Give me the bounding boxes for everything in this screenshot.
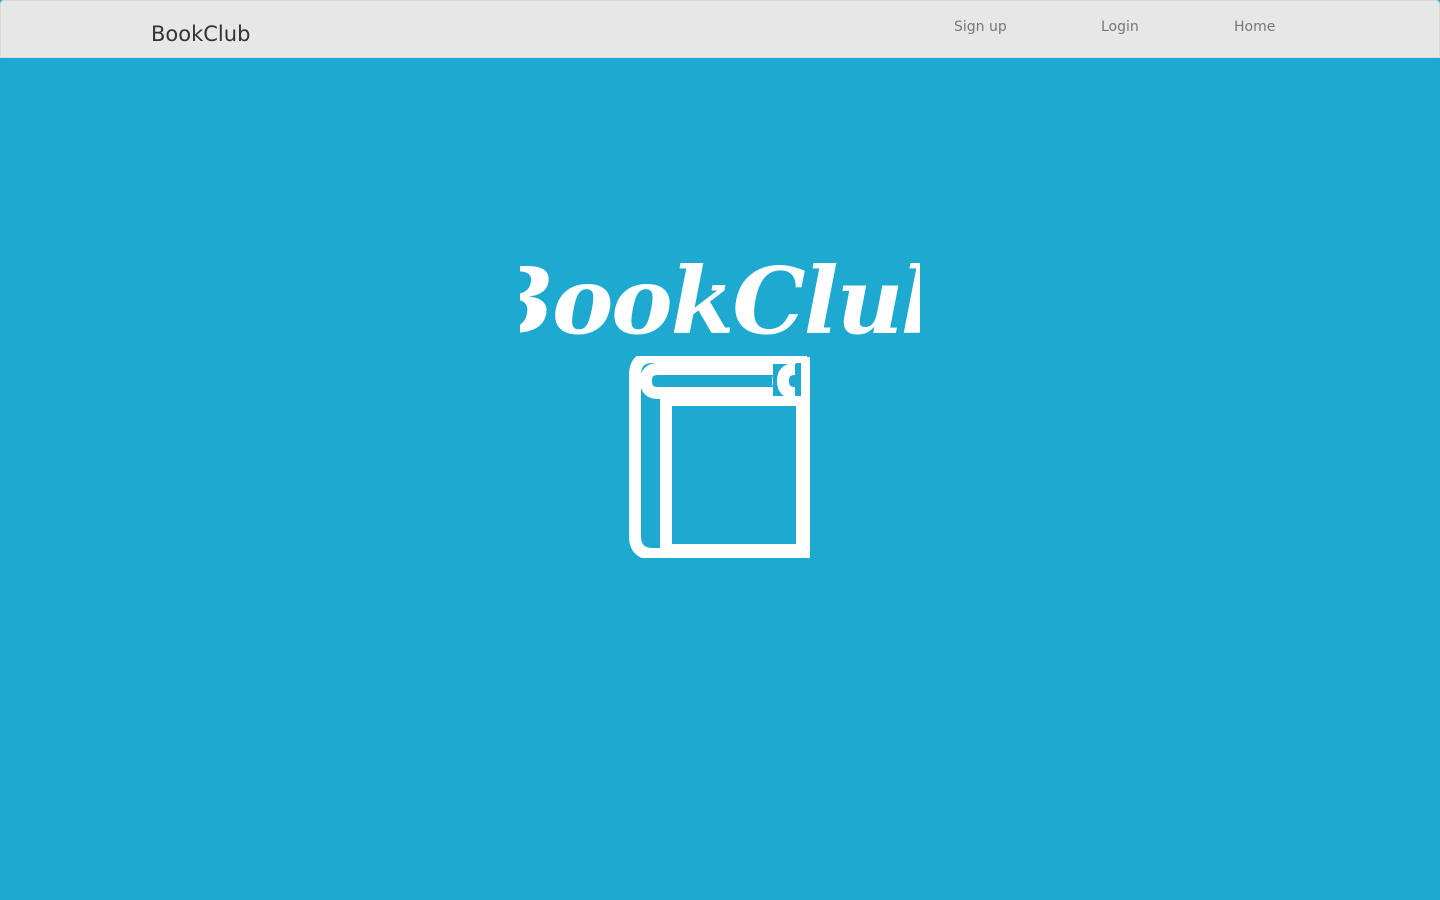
nav-sign-up-link[interactable]: Sign up [954, 17, 1007, 37]
top-navbar: BookClub Sign up Login Home [0, 0, 1440, 58]
book-icon [629, 356, 810, 558]
navbar-brand-link[interactable]: BookClub [151, 20, 250, 48]
nav-home-link[interactable]: Home [1234, 17, 1275, 37]
hero-section: BookClub [0, 58, 1440, 900]
nav-login-link[interactable]: Login [1101, 17, 1139, 37]
hero-title-text: BookClub [520, 247, 920, 355]
hero-title: BookClub [520, 247, 920, 355]
